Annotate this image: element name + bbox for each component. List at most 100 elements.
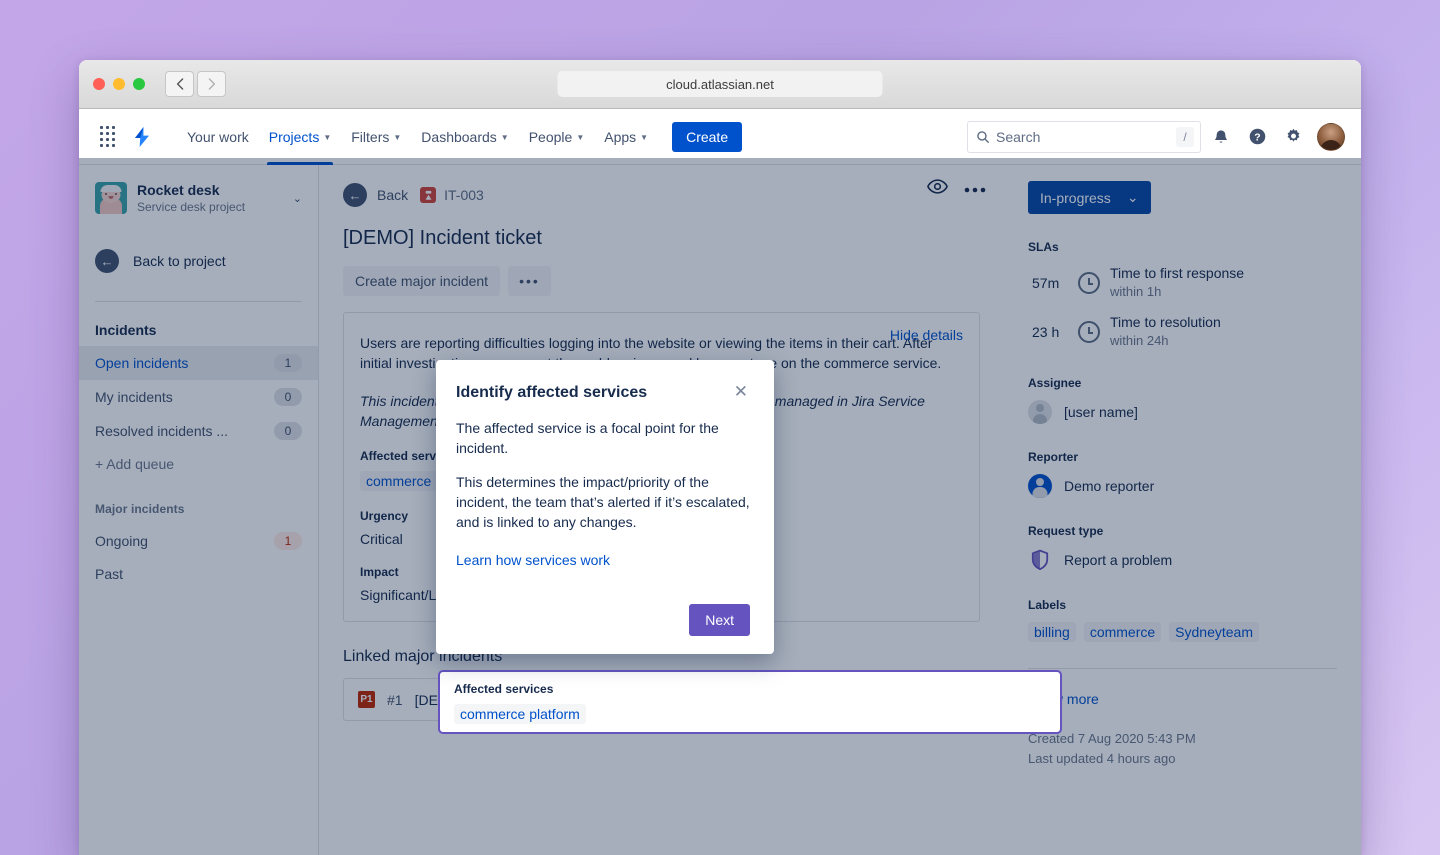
queue-label: Ongoing [95,533,266,549]
app-switcher-button[interactable] [91,121,123,153]
chevron-down-icon: ▼ [576,110,584,166]
request-type-value: Report a problem [1064,552,1172,568]
slas-label: SLAs [1028,240,1337,254]
queue-count-badge: 0 [274,422,302,440]
nav-label: Apps [604,109,636,165]
hide-details-link[interactable]: Hide details [890,327,963,343]
labels-list: billing commerce Sydneyteam [1028,622,1337,642]
updated-timestamp: Last updated 4 hours ago [1028,749,1337,769]
project-sidebar: Rocket desk Service desk project ⌄ ← Bac… [79,165,319,855]
search-input[interactable]: Search / [967,121,1201,153]
spotlight-service-chip[interactable]: commerce platform [454,704,586,724]
chevron-down-icon[interactable]: ⌄ [293,192,306,205]
labels-label: Labels [1028,598,1337,612]
page-title: [DEMO] Incident ticket [343,227,980,250]
back-link[interactable]: ← Back [343,183,408,207]
project-subtitle: Service desk project [137,199,283,215]
issue-top-actions [927,179,986,199]
label-chip[interactable]: Sydneyteam [1169,622,1259,642]
onboarding-modal: Identify affected services ✕ The affecte… [436,360,774,654]
learn-how-services-work-link[interactable]: Learn how services work [456,552,610,568]
add-queue-button[interactable]: + Add queue [79,448,318,480]
spotlight-field-label: Affected services [454,682,1046,696]
modal-title: Identify affected services [456,382,732,404]
window-controls[interactable] [93,78,145,90]
next-button[interactable]: Next [689,604,750,636]
sla-time: 23 h [1032,324,1068,340]
nav-label: People [529,109,573,165]
sidebar-section-incidents: Incidents [79,302,318,346]
issue-actions-overflow-button[interactable]: ••• [508,266,551,296]
desktop-background: cloud.atlassian.net [0,0,1440,855]
issue-key-link[interactable]: IT-003 [420,187,484,203]
primary-nav-items: Your work Projects ▼ Filters ▼ Dashboard… [177,109,742,165]
browser-window: cloud.atlassian.net [79,60,1361,855]
sidebar-item-resolved-incidents[interactable]: Resolved incidents ... 0 [79,414,318,448]
nav-item-filters[interactable]: Filters ▼ [341,109,411,165]
incident-icon [420,187,436,203]
back-label: Back [377,187,408,203]
nav-item-people[interactable]: People ▼ [519,109,595,165]
close-window-button[interactable] [93,78,105,90]
show-more-link[interactable]: Show more [1028,691,1337,707]
url-text: cloud.atlassian.net [666,77,774,92]
settings-button[interactable] [1277,121,1309,153]
help-button[interactable]: ? [1241,121,1273,153]
priority-badge: P1 [358,691,375,708]
address-bar[interactable]: cloud.atlassian.net [558,71,883,97]
watch-issue-button[interactable] [927,179,948,199]
profile-avatar[interactable] [1317,123,1345,151]
chevron-right-icon [208,78,216,90]
minimize-window-button[interactable] [113,78,125,90]
project-header[interactable]: Rocket desk Service desk project ⌄ [79,181,318,215]
chevron-down-icon: ⌄ [1127,189,1139,206]
sla-name: Time to resolution [1110,314,1221,330]
queue-label: Open incidents [95,355,266,371]
status-dropdown-button[interactable]: In-progress ⌄ [1028,181,1151,214]
notifications-button[interactable] [1205,121,1237,153]
sla-row-resolution: 23 h Time to resolution within 24h [1028,313,1337,350]
queue-label: Past [95,566,302,582]
close-icon[interactable]: ✕ [732,382,750,401]
nav-label: Your work [187,109,249,165]
create-button[interactable]: Create [672,122,742,152]
nav-item-your-work[interactable]: Your work [177,109,259,165]
assignee-label: Assignee [1028,376,1337,390]
chevron-down-icon: ▼ [323,110,331,166]
sla-name: Time to first response [1110,265,1244,281]
assignee-row[interactable]: [user name] [1028,400,1337,424]
reporter-label: Reporter [1028,450,1337,464]
chevron-left-icon [176,78,184,90]
bell-icon [1212,128,1230,146]
issue-more-actions-button[interactable] [964,180,986,198]
affected-services-spotlight[interactable]: Affected services commerce platform [438,670,1062,734]
sidebar-item-past[interactable]: Past [79,558,318,590]
nav-item-projects[interactable]: Projects ▼ [259,109,342,165]
sidebar-item-open-incidents[interactable]: Open incidents 1 [79,346,318,380]
issue-action-row: Create major incident ••• [343,266,980,296]
browser-navigation[interactable] [165,71,226,97]
browser-back-button[interactable] [165,71,194,97]
arrow-left-circle-icon: ← [343,183,367,207]
breadcrumb: ← Back IT-003 [343,181,980,209]
browser-forward-button[interactable] [197,71,226,97]
status-label: In-progress [1040,190,1111,206]
nav-item-apps[interactable]: Apps ▼ [594,109,658,165]
queue-label: My incidents [95,389,266,405]
label-chip[interactable]: billing [1028,622,1076,642]
request-type-label: Request type [1028,524,1337,538]
arrow-left-circle-icon: ← [95,249,119,273]
sidebar-item-my-incidents[interactable]: My incidents 0 [79,380,318,414]
jira-bolt-icon[interactable] [125,121,159,153]
queue-label: Resolved incidents ... [95,423,266,439]
create-major-incident-button[interactable]: Create major incident [343,266,500,296]
nav-item-dashboards[interactable]: Dashboards ▼ [411,109,518,165]
reporter-row[interactable]: Demo reporter [1028,474,1337,498]
label-chip[interactable]: commerce [1084,622,1161,642]
nav-label: Dashboards [421,109,497,165]
project-avatar-icon [95,182,127,214]
sidebar-item-ongoing[interactable]: Ongoing 1 [79,524,318,558]
maximize-window-button[interactable] [133,78,145,90]
search-icon [976,130,990,144]
back-to-project-link[interactable]: ← Back to project [79,239,318,283]
